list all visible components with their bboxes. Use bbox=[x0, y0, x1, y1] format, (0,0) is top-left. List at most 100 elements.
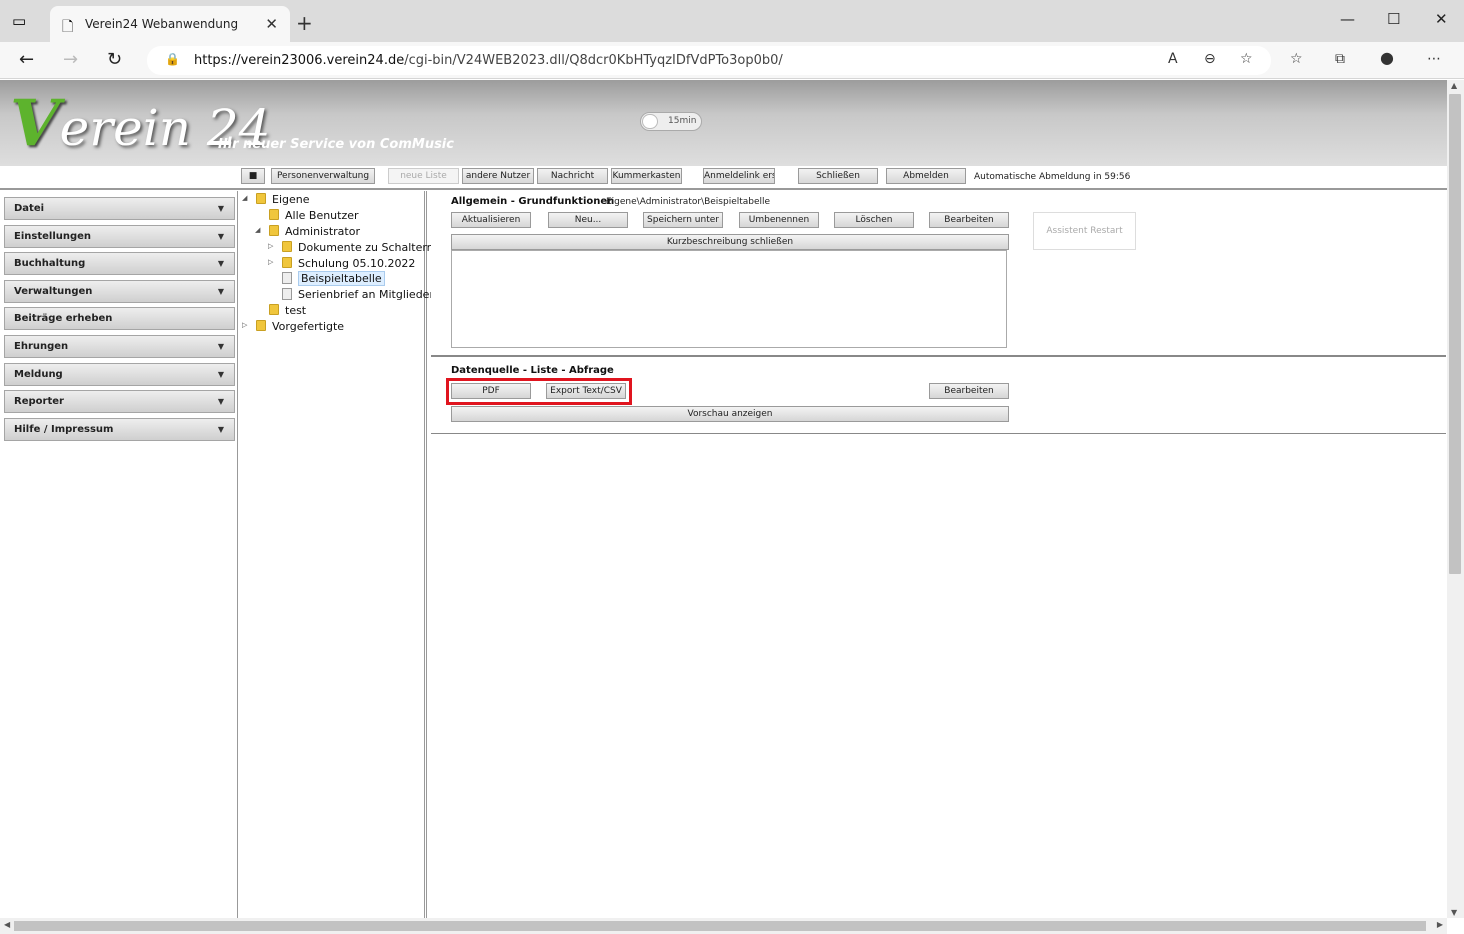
datenquelle-title: Datenquelle - Liste - Abfrage bbox=[451, 365, 614, 376]
tree-node-schulung[interactable]: ▷ Schulung 05.10.2022 bbox=[268, 257, 415, 272]
section-divider bbox=[431, 433, 1446, 434]
collapse-icon[interactable]: ◢ bbox=[255, 226, 260, 234]
new-tab-icon[interactable]: + bbox=[296, 11, 313, 35]
timer-toggle[interactable]: 15min bbox=[640, 112, 702, 131]
zoom-icon[interactable]: ⊖ bbox=[1204, 51, 1216, 67]
timer-label: 15min bbox=[668, 116, 697, 126]
menu-buchhaltung[interactable]: Buchhaltung ▼ bbox=[4, 252, 235, 275]
tree-node-dokumente[interactable]: ▷ Dokumente zu Schaltern bbox=[268, 241, 434, 256]
anmeldelink-button[interactable]: Anmeldelink erst bbox=[703, 168, 775, 184]
expand-icon[interactable]: ▷ bbox=[242, 321, 247, 329]
menu-einstellungen[interactable]: Einstellungen ▼ bbox=[4, 225, 235, 248]
tree-node-alle-benutzer[interactable]: Alle Benutzer bbox=[269, 209, 359, 224]
folder-icon bbox=[282, 257, 292, 268]
tree-node-vorgefertigte[interactable]: ▷ Vorgefertigte bbox=[242, 320, 344, 335]
loeschen-button[interactable]: Löschen bbox=[834, 212, 914, 228]
aktualisieren-button[interactable]: Aktualisieren bbox=[451, 212, 531, 228]
neu-button[interactable]: Neu... bbox=[548, 212, 628, 228]
toggle-knob bbox=[642, 114, 658, 129]
tab-title: Verein24 Webanwendung bbox=[85, 17, 239, 31]
caret-down-icon: ▼ bbox=[217, 425, 224, 434]
tree-node-test[interactable]: test bbox=[269, 304, 306, 319]
vertical-scrollbar[interactable]: ▲ ▼ bbox=[1447, 80, 1464, 918]
expand-icon[interactable]: ▷ bbox=[268, 258, 273, 266]
datenquelle-bearbeiten-button[interactable]: Bearbeiten bbox=[929, 383, 1009, 399]
caret-down-icon: ▼ bbox=[217, 259, 224, 268]
collapse-icon[interactable]: ◢ bbox=[242, 194, 247, 202]
app-header: Verein 24 Ihr neuer Service von ComMusic… bbox=[0, 80, 1448, 166]
schliessen-button[interactable]: Schließen bbox=[798, 168, 878, 184]
window-close-icon[interactable]: ✕ bbox=[1435, 10, 1448, 28]
caret-down-icon: ▼ bbox=[217, 397, 224, 406]
caret-down-icon: ▼ bbox=[217, 342, 224, 351]
menu-verwaltungen[interactable]: Verwaltungen ▼ bbox=[4, 280, 235, 303]
folder-icon bbox=[269, 225, 279, 236]
scroll-right-icon[interactable]: ▶ bbox=[1437, 920, 1443, 929]
square-button[interactable]: ■ bbox=[241, 168, 265, 184]
caret-down-icon: ▼ bbox=[217, 232, 224, 241]
more-icon[interactable]: ⋯ bbox=[1427, 51, 1441, 67]
slogan: Ihr neuer Service von ComMusic bbox=[218, 137, 454, 152]
letter-icon bbox=[282, 288, 292, 300]
menu-reporter[interactable]: Reporter ▼ bbox=[4, 390, 235, 413]
browser-tab-bar: ▭ 🗋 Verein24 Webanwendung ✕ + — ☐ ✕ bbox=[0, 0, 1464, 42]
forward-icon[interactable]: → bbox=[63, 49, 78, 70]
caret-down-icon: ▼ bbox=[217, 370, 224, 379]
kurzbeschreibung-schliessen-button[interactable]: Kurzbeschreibung schließen bbox=[451, 234, 1009, 250]
vorschau-anzeigen-button[interactable]: Vorschau anzeigen bbox=[451, 406, 1009, 422]
kurzbeschreibung-textarea[interactable] bbox=[451, 250, 1007, 348]
assistent-restart-button[interactable]: Assistent Restart bbox=[1033, 212, 1136, 250]
scroll-up-icon[interactable]: ▲ bbox=[1451, 81, 1457, 90]
umbenennen-button[interactable]: Umbenennen bbox=[739, 212, 819, 228]
close-icon[interactable]: ✕ bbox=[265, 15, 278, 33]
tree-node-eigene[interactable]: ◢ Eigene bbox=[242, 193, 310, 208]
menu-meldung[interactable]: Meldung ▼ bbox=[4, 363, 235, 386]
nachricht-button[interactable]: Nachricht bbox=[537, 168, 608, 184]
collections-icon[interactable]: ⧉ bbox=[1335, 51, 1345, 67]
tree-node-serienbrief[interactable]: Serienbrief an Mitglieder bbox=[282, 288, 434, 303]
folder-icon bbox=[256, 320, 266, 331]
lock-icon[interactable]: 🔒 bbox=[165, 52, 180, 66]
tree-node-beispieltabelle[interactable]: Beispieltabelle bbox=[282, 271, 385, 287]
maximize-icon[interactable]: ☐ bbox=[1387, 10, 1400, 28]
tree-node-administrator[interactable]: ◢ Administrator bbox=[255, 225, 360, 240]
read-aloud-icon[interactable]: A bbox=[1168, 51, 1178, 67]
speichern-unter-button[interactable]: Speichern unter bbox=[643, 212, 723, 228]
sidebar: Datei ▼ Einstellungen ▼ Buchhaltung ▼ Verwa… bbox=[0, 191, 238, 918]
main-content: Allgemein - Grundfunktionen Eigene\Admin… bbox=[431, 191, 1446, 918]
highlight-box bbox=[446, 378, 632, 405]
url-text: https://verein23006.verein24.de/cgi-bin/… bbox=[194, 53, 783, 68]
caret-down-icon: ▼ bbox=[217, 204, 224, 213]
menu-hilfe-impressum[interactable]: Hilfe / Impressum ▼ bbox=[4, 418, 235, 441]
scroll-down-icon[interactable]: ▼ bbox=[1451, 908, 1457, 917]
neue-liste-button[interactable]: neue Liste bbox=[388, 168, 459, 184]
menu-beitraege-erheben[interactable]: Beiträge erheben bbox=[4, 307, 235, 330]
scroll-thumb[interactable] bbox=[1449, 94, 1461, 574]
minimize-icon[interactable]: — bbox=[1340, 10, 1355, 28]
auto-logout-text: Automatische Abmeldung in 59:56 bbox=[974, 172, 1131, 182]
profile-icon[interactable]: ● bbox=[1380, 48, 1394, 67]
menu-datei[interactable]: Datei ▼ bbox=[4, 197, 235, 220]
table-icon bbox=[282, 272, 292, 284]
personenverwaltung-button[interactable]: Personenverwaltung bbox=[271, 168, 375, 184]
andere-nutzer-button[interactable]: andere Nutzer bbox=[462, 168, 534, 184]
folder-icon bbox=[269, 209, 279, 220]
scroll-left-icon[interactable]: ◀ bbox=[4, 920, 10, 929]
abmelden-button[interactable]: Abmelden bbox=[886, 168, 966, 184]
favorites-icon[interactable]: ☆ bbox=[1290, 51, 1303, 67]
reload-icon[interactable]: ↻ bbox=[107, 49, 122, 70]
scroll-thumb[interactable] bbox=[14, 921, 1426, 931]
back-icon[interactable]: ← bbox=[19, 49, 34, 70]
page-icon: 🗋 bbox=[62, 19, 74, 35]
kummerkasten-button[interactable]: Kummerkasten bbox=[611, 168, 682, 184]
horizontal-scrollbar[interactable]: ◀ ▶ bbox=[0, 918, 1447, 934]
browser-tab[interactable]: 🗋 Verein24 Webanwendung ✕ bbox=[50, 6, 290, 42]
add-favorite-icon[interactable]: ☆ bbox=[1240, 51, 1253, 67]
menu-ehrungen[interactable]: Ehrungen ▼ bbox=[4, 335, 235, 358]
folder-tree: ◢ Eigene Alle Benutzer ◢ Administrator ▷ Do… bbox=[239, 191, 434, 918]
tab-actions-icon[interactable]: ▭ bbox=[12, 12, 38, 36]
expand-icon[interactable]: ▷ bbox=[268, 242, 273, 250]
url-field[interactable]: 🔒 https://verein23006.verein24.de/cgi-bi… bbox=[147, 46, 1271, 75]
top-toolbar: ■ Personenverwaltung neue Liste andere N… bbox=[0, 166, 1448, 190]
bearbeiten-button[interactable]: Bearbeiten bbox=[929, 212, 1009, 228]
